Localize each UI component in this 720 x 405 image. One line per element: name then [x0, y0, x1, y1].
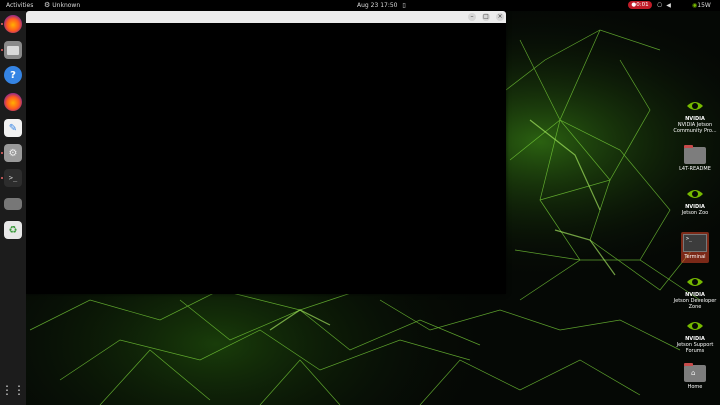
desktop-icon-jetson-developer-zone[interactable]: NVIDIA Jetson Developer Zone: [673, 274, 717, 310]
close-button[interactable]: ×: [496, 13, 504, 21]
date-label: Aug 23: [357, 2, 379, 9]
help-icon[interactable]: ?: [4, 66, 22, 84]
desktop-icon-jetson-zoo[interactable]: NVIDIA Jetson Zoo: [673, 186, 717, 216]
volume-icon: ◀: [666, 2, 671, 9]
desktop-icon-terminal[interactable]: >_ Terminal: [673, 232, 717, 263]
firefox-icon[interactable]: [4, 15, 22, 33]
nvidia-logo-icon: [684, 98, 706, 114]
desktop-icon-label: Home: [687, 384, 703, 390]
running-indicator: [1, 49, 3, 51]
desktop-icon-label: Jetson Zoo: [681, 210, 709, 216]
maximize-button[interactable]: □: [482, 13, 490, 21]
trash-icon[interactable]: ♻: [4, 221, 22, 239]
clock-button[interactable]: Aug 23 17:50 ▯: [357, 1, 406, 10]
desktop-icon-l4t-readme[interactable]: L4T-README: [673, 145, 717, 172]
app-menu[interactable]: ⚙ Unknown: [44, 1, 80, 10]
app-name-label: Unknown: [52, 2, 81, 9]
desktop-icon-label: Terminal: [684, 254, 706, 260]
running-indicator: [1, 23, 3, 25]
nvidia-logo-icon: [684, 318, 706, 334]
terminal-icon: >_: [683, 234, 707, 252]
notification-icon: ▯: [402, 2, 406, 9]
system-tray[interactable]: ⎔ ◀: [657, 1, 675, 10]
desktop-icon-label: L4T-README: [679, 166, 711, 172]
minimize-button[interactable]: –: [468, 13, 476, 21]
folder-icon: [684, 145, 706, 164]
running-indicator: [1, 177, 3, 179]
desktop-icon-jetson-community[interactable]: NVIDIA NVIDIA Jetson Community Pro...: [673, 98, 717, 134]
top-bar: Activities ⚙ Unknown Aug 23 17:50 ▯ ●0:01…: [0, 0, 720, 11]
desktop-icon-label: Jetson Developer Zone: [673, 298, 717, 310]
nvidia-logo-icon: [684, 274, 706, 290]
recording-time: 0:01: [636, 2, 649, 8]
drive-icon[interactable]: [4, 198, 22, 210]
text-editor-icon[interactable]: ✎: [4, 119, 22, 137]
network-icon: ⎔: [657, 2, 663, 9]
application-window[interactable]: – □ ×: [26, 11, 506, 294]
power-mode-label[interactable]: ◉15W: [692, 1, 711, 10]
terminal-icon[interactable]: >_: [4, 169, 22, 187]
desktop-icon-label: NVIDIA Jetson Community Pro...: [673, 122, 717, 134]
power-mode-value: 15W: [697, 2, 711, 9]
dock: ? ✎ ⚙ >_ ♻ ⋮⋮: [0, 11, 26, 405]
firefox-icon[interactable]: [4, 93, 22, 111]
screen-recording-indicator[interactable]: ●0:01: [628, 1, 652, 9]
settings-icon[interactable]: ⚙: [4, 144, 22, 162]
desktop-icon-label: Jetson Support Forums: [676, 342, 714, 354]
desktop-icon-home[interactable]: ⌂ Home: [673, 363, 717, 390]
window-titlebar[interactable]: – □ ×: [26, 11, 506, 23]
desktop-icon-jetson-support-forums[interactable]: NVIDIA Jetson Support Forums: [673, 318, 717, 354]
activities-button[interactable]: Activities: [6, 1, 33, 10]
gear-icon: ⚙: [44, 1, 51, 9]
app-grid-icon[interactable]: ⋮⋮: [1, 381, 25, 399]
time-label: 17:50: [380, 2, 398, 9]
nvidia-logo-icon: [684, 186, 706, 202]
files-icon[interactable]: [4, 41, 22, 59]
home-folder-icon: ⌂: [684, 363, 706, 382]
running-indicator: [1, 152, 3, 154]
